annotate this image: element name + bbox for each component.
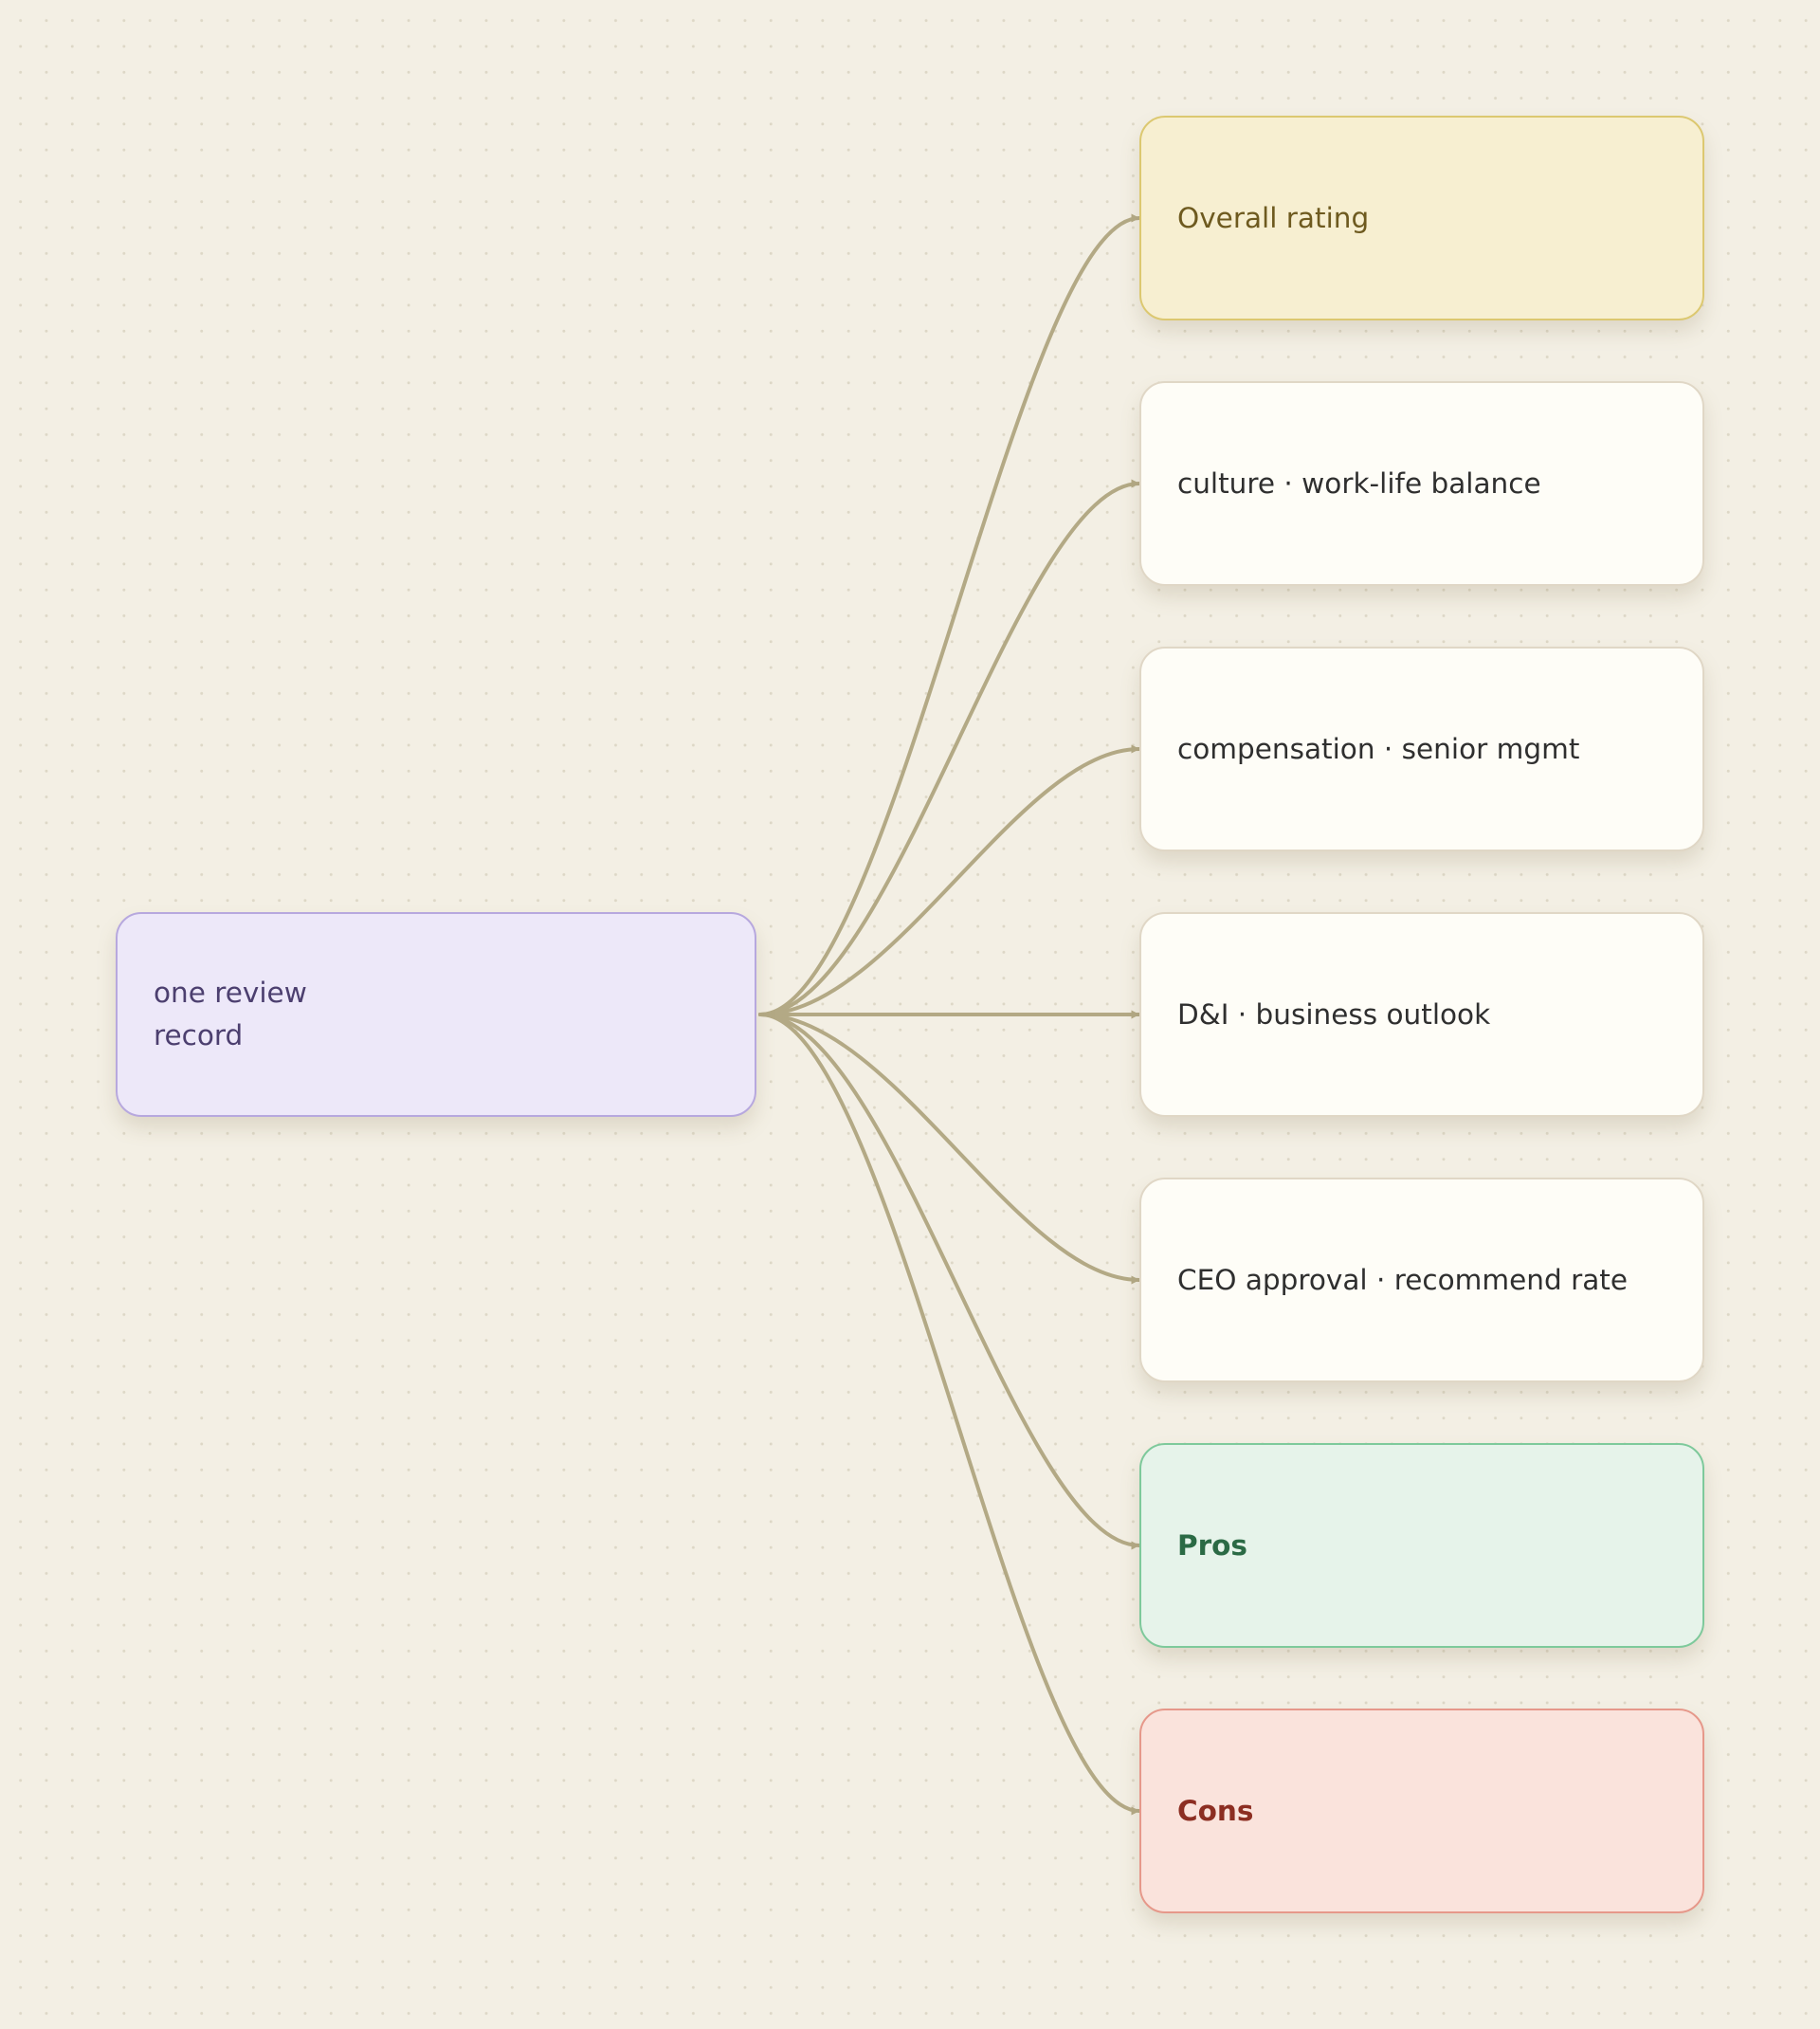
- target-node-culture-work-life-balance[interactable]: culture · work-life balance: [1139, 381, 1704, 586]
- edge-to-ceo-approval-recommend-rate: [758, 1013, 1141, 1285]
- diagram-canvas: one review record Overall rating culture…: [0, 0, 1820, 2029]
- target-node-label: CEO approval · recommend rate: [1177, 1263, 1628, 1296]
- target-node-label: Cons: [1177, 1794, 1254, 1827]
- source-node-label: one review record: [154, 977, 307, 1051]
- target-node-label: compensation · senior mgmt: [1177, 732, 1580, 765]
- target-node-label: D&I · business outlook: [1177, 997, 1491, 1031]
- edge-to-pros: [758, 1013, 1141, 1550]
- target-node-compensation-senior-mgmt[interactable]: compensation · senior mgmt: [1139, 647, 1704, 851]
- target-node-label: Overall rating: [1177, 201, 1370, 234]
- target-node-label: Pros: [1177, 1528, 1247, 1562]
- target-node-overall-rating[interactable]: Overall rating: [1139, 116, 1704, 320]
- edge-to-cons: [758, 1013, 1141, 1816]
- target-node-ceo-approval-recommend-rate[interactable]: CEO approval · recommend rate: [1139, 1178, 1704, 1382]
- target-node-cons[interactable]: Cons: [1139, 1709, 1704, 1913]
- target-node-pros[interactable]: Pros: [1139, 1443, 1704, 1648]
- target-node-di-business-outlook[interactable]: D&I · business outlook: [1139, 912, 1704, 1117]
- edge-to-compensation-senior-mgmt: [758, 744, 1141, 1016]
- target-node-label: culture · work-life balance: [1177, 466, 1541, 500]
- edge-to-culture-work-life-balance: [758, 479, 1141, 1016]
- edge-to-overall-rating: [758, 213, 1141, 1016]
- source-node-review-record[interactable]: one review record: [116, 912, 756, 1117]
